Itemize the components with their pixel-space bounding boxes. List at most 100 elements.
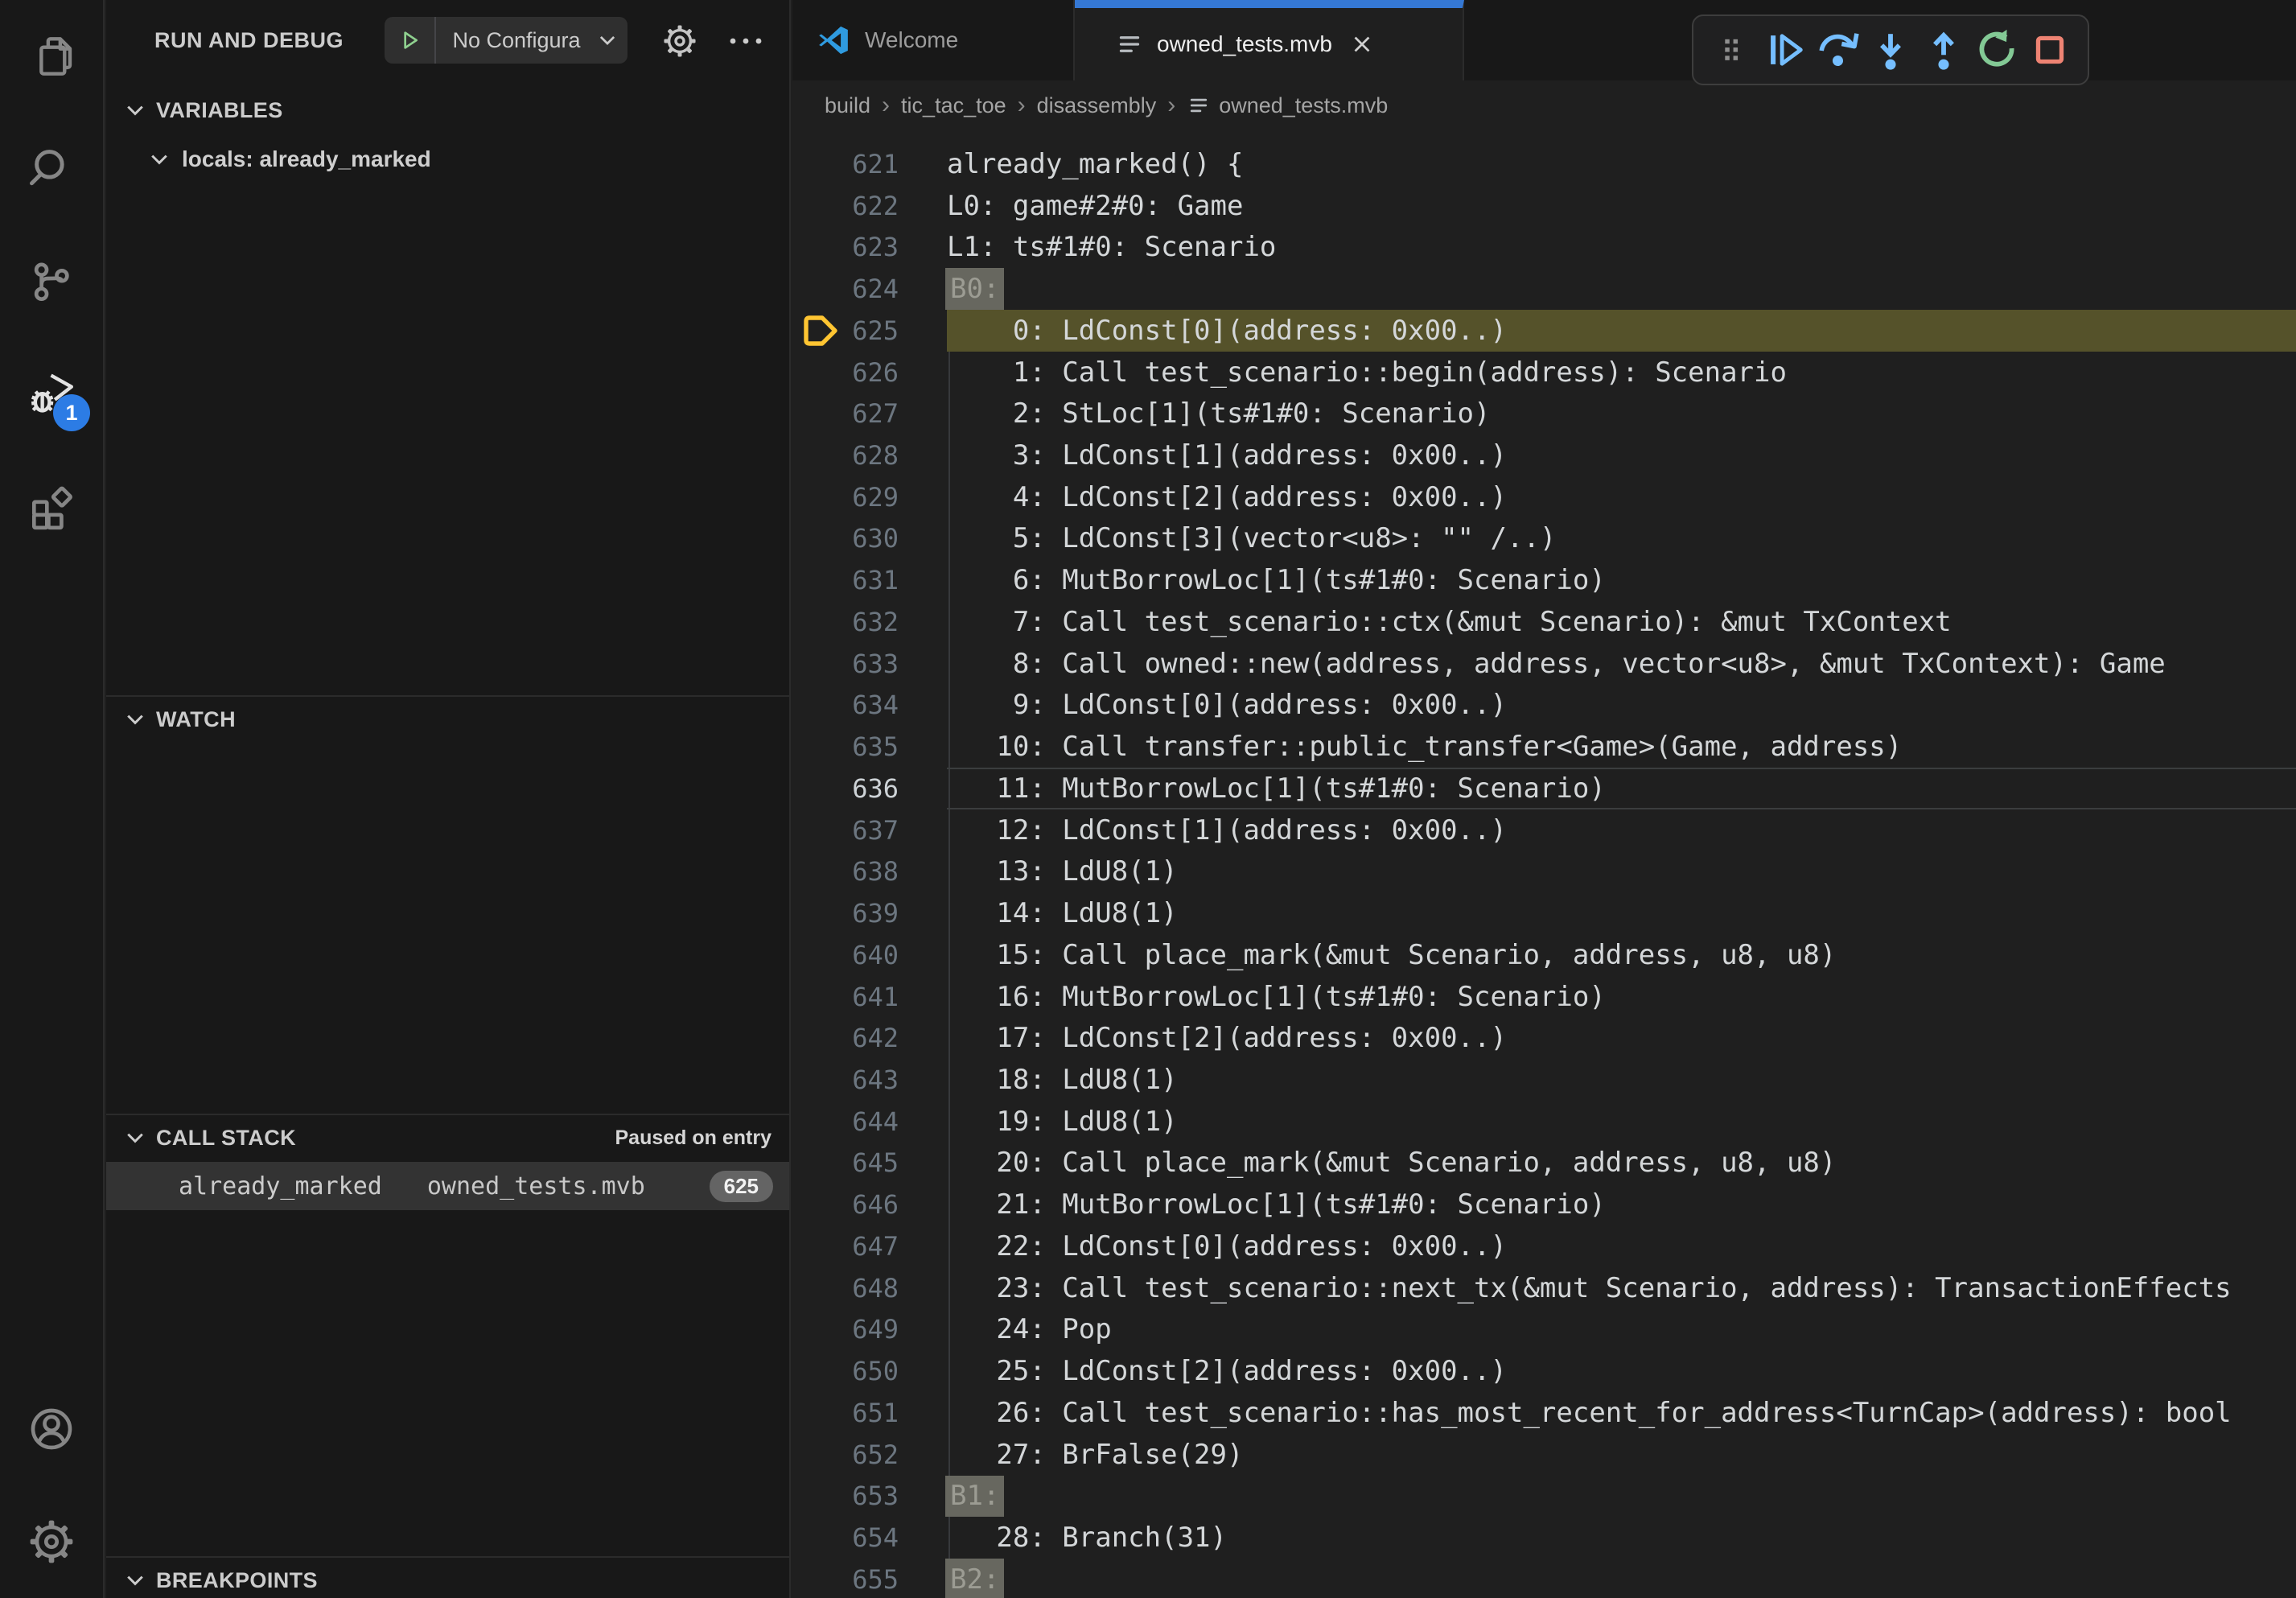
code-line-633[interactable]: 633 8: Call owned::new(address, address,… — [792, 643, 2296, 685]
call-stack-frame[interactable]: already_marked owned_tests.mvb 625 — [106, 1162, 789, 1210]
gutter[interactable]: 628 — [792, 435, 947, 476]
step-into-button[interactable] — [1866, 25, 1915, 75]
code-line-622[interactable]: 622L0: game#2#0: Game — [792, 185, 2296, 227]
start-debug-button[interactable] — [385, 17, 436, 64]
line-number[interactable]: 629 — [852, 476, 899, 518]
gutter[interactable]: 655 — [792, 1559, 947, 1598]
line-number[interactable]: 637 — [852, 809, 899, 851]
step-over-button[interactable] — [1813, 25, 1862, 75]
breadcrumb-item-disassembly[interactable]: disassembly — [1037, 93, 1157, 118]
line-number[interactable]: 641 — [852, 976, 899, 1018]
gutter[interactable]: 639 — [792, 892, 947, 934]
gutter[interactable]: 652 — [792, 1434, 947, 1476]
code-line-643[interactable]: 643 18: LdU8(1) — [792, 1059, 2296, 1101]
gutter[interactable]: 653 — [792, 1476, 947, 1518]
code-line-642[interactable]: 642 17: LdConst[2](address: 0x00..) — [792, 1017, 2296, 1059]
sidebar-item-run-and-debug[interactable]: 1 — [0, 338, 103, 451]
code-line-626[interactable]: 626 1: Call test_scenario::begin(address… — [792, 352, 2296, 393]
gutter[interactable]: 626 — [792, 352, 947, 393]
stop-button[interactable] — [2025, 25, 2075, 75]
code-line-640[interactable]: 640 15: Call place_mark(&mut Scenario, a… — [792, 934, 2296, 976]
line-number[interactable]: 628 — [852, 435, 899, 476]
toolbar-drag-handle[interactable] — [1706, 25, 1756, 75]
line-number[interactable]: 624 — [852, 268, 899, 310]
gutter[interactable]: 629 — [792, 476, 947, 518]
code-line-635[interactable]: 635 10: Call transfer::public_transfer<G… — [792, 726, 2296, 768]
gutter[interactable]: 647 — [792, 1225, 947, 1267]
line-number[interactable]: 630 — [852, 518, 899, 560]
gutter[interactable]: 621 — [792, 143, 947, 185]
code-line-627[interactable]: 627 2: StLoc[1](ts#1#0: Scenario) — [792, 393, 2296, 435]
code-line-649[interactable]: 649 24: Pop — [792, 1309, 2296, 1351]
code-editor[interactable]: 621already_marked() {622L0: game#2#0: Ga… — [792, 130, 2296, 1598]
code-line-639[interactable]: 639 14: LdU8(1) — [792, 892, 2296, 934]
line-number[interactable]: 632 — [852, 601, 899, 643]
code-line-624[interactable]: 624B0: — [792, 268, 2296, 310]
breadcrumb-item-tic-tac-toe[interactable]: tic_tac_toe — [901, 93, 1006, 118]
code-line-636[interactable]: 636 11: MutBorrowLoc[1](ts#1#0: Scenario… — [792, 768, 2296, 809]
line-number[interactable]: 631 — [852, 559, 899, 601]
line-number[interactable]: 655 — [852, 1559, 899, 1598]
line-number[interactable]: 643 — [852, 1059, 899, 1101]
code-line-655[interactable]: 655B2: — [792, 1559, 2296, 1598]
line-number[interactable]: 644 — [852, 1101, 899, 1143]
line-number[interactable]: 652 — [852, 1434, 899, 1476]
more-actions-button[interactable] — [727, 23, 769, 60]
code-line-653[interactable]: 653B1: — [792, 1476, 2296, 1518]
code-line-628[interactable]: 628 3: LdConst[1](address: 0x00..) — [792, 435, 2296, 476]
gutter[interactable]: 627 — [792, 393, 947, 435]
sidebar-item-explorer[interactable] — [0, 0, 103, 113]
gutter[interactable]: 654 — [792, 1517, 947, 1559]
settings-button[interactable] — [0, 1485, 103, 1598]
variables-scope-locals[interactable]: locals: already_marked — [106, 137, 789, 182]
step-out-button[interactable] — [1919, 25, 1969, 75]
code-line-641[interactable]: 641 16: MutBorrowLoc[1](ts#1#0: Scenario… — [792, 976, 2296, 1018]
line-number[interactable]: 649 — [852, 1309, 899, 1351]
line-number[interactable]: 654 — [852, 1517, 899, 1559]
sidebar-item-search[interactable] — [0, 113, 103, 225]
code-line-630[interactable]: 630 5: LdConst[3](vector<u8>: "" /..) — [792, 518, 2296, 560]
gutter[interactable]: 635 — [792, 726, 947, 768]
line-number[interactable]: 642 — [852, 1017, 899, 1059]
line-number[interactable]: 648 — [852, 1267, 899, 1309]
code-line-623[interactable]: 623L1: ts#1#0: Scenario — [792, 226, 2296, 268]
gutter[interactable]: 643 — [792, 1059, 947, 1101]
line-number[interactable]: 634 — [852, 685, 899, 727]
code-line-652[interactable]: 652 27: BrFalse(29) — [792, 1434, 2296, 1476]
breakpoints-section-header[interactable]: BREAKPOINTS — [106, 1556, 789, 1598]
line-number[interactable]: 626 — [852, 352, 899, 393]
sidebar-item-extensions[interactable] — [0, 451, 103, 563]
code-line-647[interactable]: 647 22: LdConst[0](address: 0x00..) — [792, 1225, 2296, 1267]
debug-settings-gear-icon[interactable] — [661, 23, 698, 60]
code-line-631[interactable]: 631 6: MutBorrowLoc[1](ts#1#0: Scenario) — [792, 559, 2296, 601]
line-number[interactable]: 653 — [852, 1476, 899, 1518]
code-line-654[interactable]: 654 28: Branch(31) — [792, 1517, 2296, 1559]
line-number[interactable]: 635 — [852, 726, 899, 768]
line-number[interactable]: 636 — [852, 768, 899, 809]
code-line-638[interactable]: 638 13: LdU8(1) — [792, 850, 2296, 892]
code-line-629[interactable]: 629 4: LdConst[2](address: 0x00..) — [792, 476, 2296, 518]
gutter[interactable]: 650 — [792, 1350, 947, 1392]
line-number[interactable]: 638 — [852, 850, 899, 892]
line-number[interactable]: 639 — [852, 892, 899, 934]
line-number[interactable]: 625 — [852, 310, 899, 352]
line-number[interactable]: 640 — [852, 934, 899, 976]
gutter[interactable]: 640 — [792, 934, 947, 976]
gutter[interactable]: 648 — [792, 1267, 947, 1309]
call-stack-section-header[interactable]: CALL STACK Paused on entry — [106, 1114, 789, 1160]
line-number[interactable]: 621 — [852, 143, 899, 185]
restart-button[interactable] — [1972, 25, 2022, 75]
line-number[interactable]: 647 — [852, 1225, 899, 1267]
tab-welcome[interactable]: Welcome — [792, 0, 1075, 80]
variables-section-header[interactable]: VARIABLES — [106, 87, 789, 134]
line-number[interactable]: 623 — [852, 226, 899, 268]
gutter[interactable]: 633 — [792, 643, 947, 685]
gutter[interactable]: 623 — [792, 226, 947, 268]
code-line-648[interactable]: 648 23: Call test_scenario::next_tx(&mut… — [792, 1267, 2296, 1309]
gutter[interactable]: 624 — [792, 268, 947, 310]
close-tab-button[interactable] — [1348, 31, 1376, 58]
line-number[interactable]: 622 — [852, 185, 899, 227]
launch-configuration-dropdown[interactable]: No Configura — [385, 17, 627, 64]
gutter[interactable]: 641 — [792, 976, 947, 1018]
breadcrumb-item-file[interactable]: owned_tests.mvb — [1187, 93, 1388, 118]
